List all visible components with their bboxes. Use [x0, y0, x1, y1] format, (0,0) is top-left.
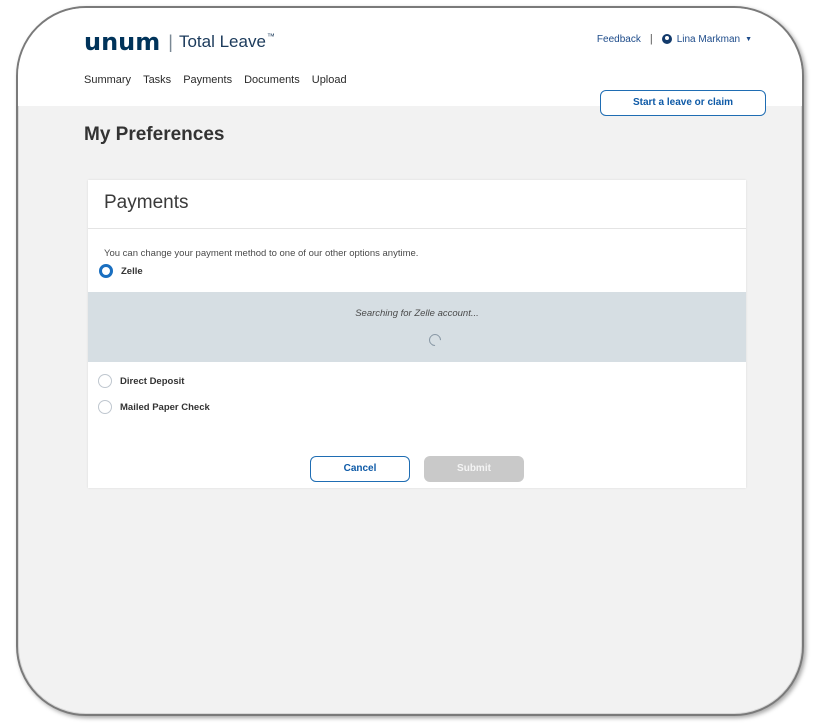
- start-leave-button[interactable]: Start a leave or claim: [600, 90, 766, 116]
- nav-summary[interactable]: Summary: [84, 74, 131, 86]
- nav-payments[interactable]: Payments: [183, 74, 232, 86]
- unum-logo[interactable]: unum | Total Leave ™: [84, 28, 275, 56]
- payments-card: Payments You can change your payment met…: [88, 180, 746, 488]
- trademark: ™: [266, 31, 275, 41]
- zelle-search-panel: Searching for Zelle account...: [88, 292, 746, 362]
- radio-label: Mailed Paper Check: [120, 401, 210, 413]
- page-title: My Preferences: [84, 124, 225, 145]
- loading-spinner-icon: [426, 331, 444, 349]
- user-icon: [661, 34, 672, 44]
- radio-option-direct-deposit[interactable]: Direct Deposit: [98, 374, 184, 388]
- radio-option-paper-check[interactable]: Mailed Paper Check: [98, 400, 210, 414]
- searching-status: Searching for Zelle account...: [355, 308, 479, 319]
- radio-unselected-icon[interactable]: [98, 400, 112, 414]
- nav-tasks[interactable]: Tasks: [143, 74, 171, 86]
- logo-word: unum: [84, 28, 161, 56]
- user-name: Lina Markman: [676, 33, 741, 45]
- divider: |: [649, 33, 653, 45]
- radio-label: Zelle: [121, 265, 143, 277]
- card-title: Payments: [104, 192, 189, 213]
- radio-unselected-icon[interactable]: [98, 374, 112, 388]
- utility-links: Feedback | Lina Markman ▼: [597, 33, 752, 45]
- nav-documents[interactable]: Documents: [244, 74, 300, 86]
- submit-button[interactable]: Submit: [424, 456, 524, 482]
- user-menu[interactable]: Lina Markman ▼: [661, 33, 752, 45]
- main-nav: Summary Tasks Payments Documents Upload: [84, 74, 347, 86]
- app-window: unum | Total Leave ™ Feedback | Lina Mar…: [16, 6, 804, 716]
- logo-divider: |: [168, 31, 173, 52]
- card-header: Payments: [88, 180, 746, 229]
- feedback-link[interactable]: Feedback: [597, 34, 641, 45]
- payments-description: You can change your payment method to on…: [104, 248, 419, 259]
- radio-label: Direct Deposit: [120, 375, 185, 387]
- cancel-button[interactable]: Cancel: [310, 456, 410, 482]
- radio-selected-icon[interactable]: [99, 264, 113, 278]
- nav-upload[interactable]: Upload: [312, 74, 347, 86]
- chevron-down-icon: ▼: [745, 35, 752, 43]
- radio-option-zelle[interactable]: Zelle: [99, 264, 143, 278]
- product-name: Total Leave: [178, 32, 266, 51]
